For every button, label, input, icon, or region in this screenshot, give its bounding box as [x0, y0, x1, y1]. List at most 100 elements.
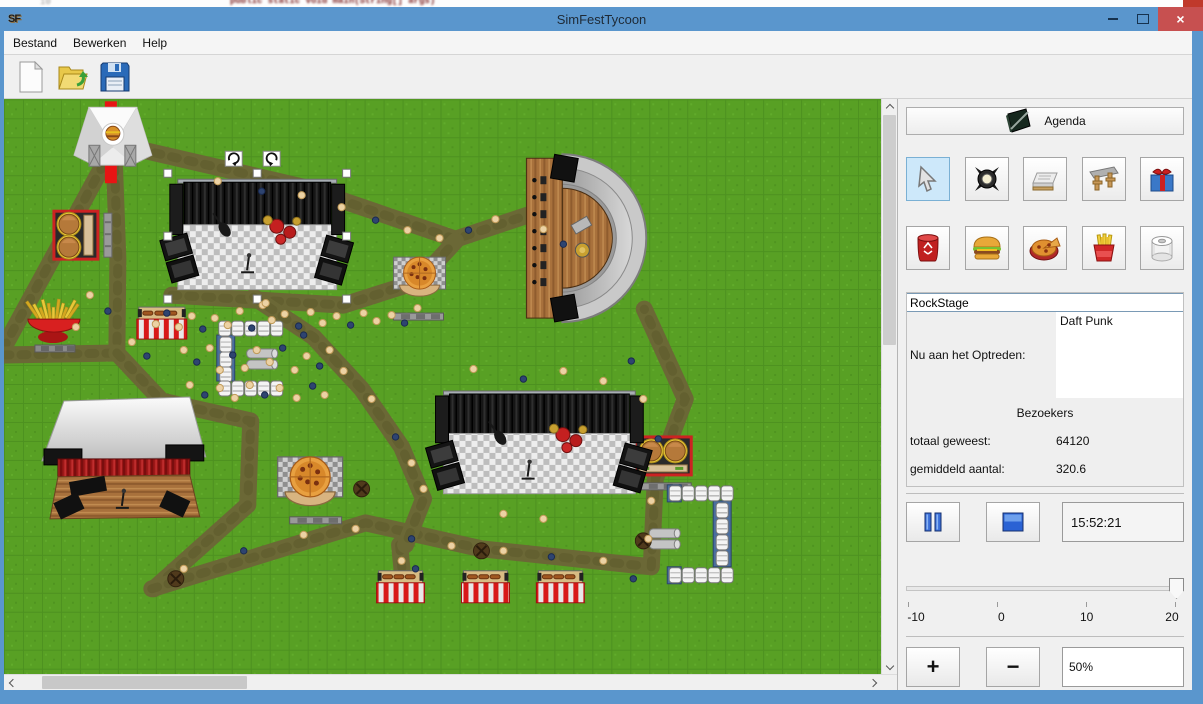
map-object-pizza[interactable]: [394, 257, 446, 296]
minimize-icon: [1108, 18, 1118, 20]
selection-handle[interactable]: [164, 232, 172, 240]
slider-track[interactable]: [906, 586, 1180, 591]
window-border-bottom: [0, 690, 1203, 704]
minimize-button[interactable]: [1098, 7, 1128, 31]
stage-name-input[interactable]: [907, 293, 1183, 312]
map-object-hotdog[interactable]: [461, 571, 509, 603]
selection-handle[interactable]: [343, 232, 351, 240]
tool-fries-button[interactable]: [1082, 226, 1126, 270]
agenda-button[interactable]: Agenda: [906, 107, 1184, 135]
tool-gate-button[interactable]: [1082, 157, 1126, 201]
selection-handle[interactable]: [164, 169, 172, 177]
tool-pizza-button[interactable]: [1023, 226, 1067, 270]
open-file-button[interactable]: [56, 59, 90, 95]
tool-toilet-button[interactable]: [1140, 226, 1184, 270]
scroll-down-button[interactable]: [882, 659, 897, 674]
map-object-stage[interactable]: [426, 391, 653, 494]
map-object-hotdog[interactable]: [377, 571, 425, 603]
festival-map-canvas[interactable]: [4, 99, 881, 676]
save-file-button[interactable]: [98, 59, 132, 95]
zoom-in-button[interactable]: +: [906, 647, 960, 687]
titlebar: SF SimFestTycoon ×: [0, 7, 1203, 31]
average-visitors-value: 320.6: [1056, 462, 1086, 476]
stage-info-group: Nu aan het Optreden: Daft Punk Bezoekers…: [906, 292, 1184, 487]
selection-handle[interactable]: [343, 295, 351, 303]
background-ide-sliver: 10 public static void main(String[] args…: [0, 0, 1203, 7]
toolbar: [4, 55, 1192, 99]
tool-row-1: [906, 157, 1184, 201]
tool-select-button[interactable]: [906, 157, 950, 201]
map-object-hotdog[interactable]: [536, 571, 584, 603]
tick-label: 20: [1158, 610, 1186, 624]
pause-button[interactable]: [906, 502, 960, 542]
map-object-bin[interactable]: [168, 571, 184, 587]
rotate-handle[interactable]: [263, 151, 280, 166]
menu-bewerken[interactable]: Bewerken: [65, 36, 134, 50]
open-file-icon: [57, 61, 89, 93]
speed-slider: -10 0 10 20: [906, 578, 1184, 624]
map-vertical-scrollbar[interactable]: [881, 99, 897, 674]
visitors-header: Bezoekers: [907, 406, 1183, 420]
menu-help[interactable]: Help: [134, 36, 175, 50]
stage-platform-icon: [1029, 165, 1061, 193]
map-object-bench[interactable]: [394, 313, 444, 320]
maximize-button[interactable]: [1128, 7, 1158, 31]
map-object-bin[interactable]: [473, 543, 489, 559]
map-horizontal-scrollbar[interactable]: [4, 674, 897, 690]
tick-label: -10: [902, 610, 930, 624]
ide-close-button-sliver: [1183, 0, 1203, 7]
gift-icon: [1147, 164, 1177, 194]
trash-bin-icon: [915, 233, 941, 263]
cursor-icon: [914, 165, 942, 193]
vertical-scroll-thumb[interactable]: [883, 115, 896, 345]
scroll-right-button[interactable]: [866, 675, 881, 690]
tool-trash-button[interactable]: [906, 226, 950, 270]
agenda-label: Agenda: [1044, 114, 1085, 128]
map-object-pizza[interactable]: [278, 457, 343, 506]
window-border-right: [1192, 31, 1203, 704]
slider-tick-labels: -10 0 10 20: [902, 610, 1186, 624]
total-visitors-value: 64120: [1056, 434, 1089, 448]
new-file-button[interactable]: [14, 59, 48, 95]
slider-ticks: [908, 602, 1176, 607]
zoom-out-button[interactable]: −: [986, 647, 1040, 687]
zoom-control-group: + − 50%: [906, 636, 1184, 687]
time-control-group: 15:52:21 -10 0 10 20: [906, 493, 1184, 624]
chevron-down-icon: [885, 661, 893, 669]
menubar: Bestand Bewerken Help: [4, 31, 1192, 55]
now-performing-label: Nu aan het Optreden:: [907, 312, 1056, 398]
selection-handle[interactable]: [164, 295, 172, 303]
ide-code-text: public static void main(String[] args): [230, 0, 435, 6]
map-area: [4, 99, 897, 690]
tool-stage-button[interactable]: [1023, 157, 1067, 201]
tool-burger-button[interactable]: [965, 226, 1009, 270]
scroll-up-button[interactable]: [882, 99, 897, 114]
tick-label: 10: [1073, 610, 1101, 624]
window-title: SimFestTycoon: [0, 12, 1203, 27]
tool-gift-button[interactable]: [1140, 157, 1184, 201]
selection-handle[interactable]: [343, 169, 351, 177]
rotate-handle[interactable]: [225, 151, 242, 166]
chevron-up-icon: [885, 103, 893, 111]
tool-spotlight-button[interactable]: [965, 157, 1009, 201]
map-object-bin[interactable]: [354, 481, 370, 497]
burger-icon: [971, 234, 1003, 262]
close-icon: ×: [1176, 11, 1184, 27]
stop-button[interactable]: [986, 502, 1040, 542]
stop-icon: [1001, 512, 1025, 532]
horizontal-scroll-thumb[interactable]: [42, 676, 247, 689]
agenda-book-icon: [1004, 108, 1034, 134]
map-object-redstage[interactable]: [42, 397, 206, 520]
selection-handle[interactable]: [253, 295, 261, 303]
map-object-bench[interactable]: [290, 517, 342, 524]
slider-thumb[interactable]: [1169, 578, 1184, 599]
close-button[interactable]: ×: [1158, 7, 1203, 31]
pause-icon: [922, 512, 944, 532]
menu-bestand[interactable]: Bestand: [4, 36, 65, 50]
clock-display: 15:52:21: [1062, 502, 1184, 542]
side-panel: Agenda: [897, 99, 1192, 690]
total-visitors-label: totaal geweest:: [907, 434, 1056, 448]
zoom-level-field[interactable]: 50%: [1062, 647, 1184, 687]
selection-handle[interactable]: [253, 169, 261, 177]
scroll-left-button[interactable]: [4, 675, 19, 690]
